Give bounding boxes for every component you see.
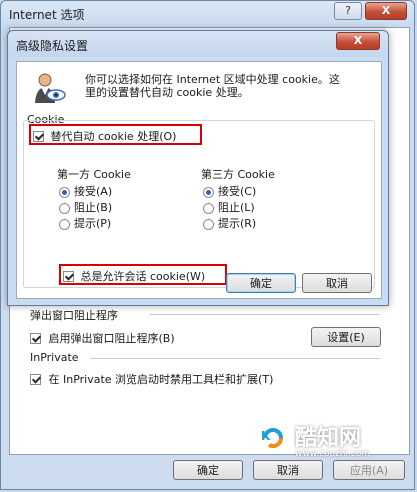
third-party-block-radio[interactable] [203, 202, 214, 214]
help-button[interactable]: ? [334, 2, 362, 20]
inprivate-checkbox-label: 在 InPrivate 浏览启动时禁用工具栏和扩展(T) [48, 373, 274, 386]
third-party-prompt-option[interactable]: 提示(R) [203, 216, 256, 232]
coozhi-watermark: K 酷知网 www.coozhi.com [255, 418, 405, 468]
popup-blocker-checkbox-label: 启用弹出窗口阻止程序(B) [48, 332, 175, 345]
dialog-close-button[interactable]: X [336, 32, 380, 50]
inprivate-section-label: InPrivate [30, 351, 79, 364]
third-party-accept-option[interactable]: 接受(C) [203, 184, 256, 200]
first-party-block-radio[interactable] [59, 202, 70, 214]
watermark-brand: 酷知网 [295, 426, 362, 451]
dialog-cancel-button[interactable]: 取消 [302, 273, 372, 293]
popup-blocker-section-label: 弹出窗口阻止程序 [30, 309, 118, 322]
first-party-prompt-radio[interactable] [59, 218, 70, 230]
section-divider [150, 314, 380, 315]
dialog-ok-button[interactable]: 确定 [226, 273, 296, 293]
option-label: 阻止(B) [74, 201, 113, 214]
third-party-prompt-radio[interactable] [203, 218, 214, 230]
option-label: 接受(A) [74, 185, 113, 198]
logo-letter: K [261, 429, 271, 443]
dialog-description: 你可以选择如何在 Internet 区域中处理 cookie。这 里的设置替代自… [85, 73, 375, 99]
dialog-content-panel: 你可以选择如何在 Internet 区域中处理 cookie。这 里的设置替代自… [16, 61, 382, 299]
section-divider [90, 358, 380, 359]
session-highlight-box [59, 264, 227, 285]
third-party-block-option[interactable]: 阻止(L) [203, 200, 256, 216]
watermark-url: www.coozhi.com [295, 449, 371, 459]
window-close-button[interactable]: X [365, 2, 407, 20]
option-label: 阻止(L) [218, 201, 255, 214]
third-party-options: 接受(C) 阻止(L) 提示(R) [203, 184, 256, 232]
outer-ok-button[interactable]: 确定 [173, 460, 243, 480]
inprivate-checkbox-row[interactable]: 在 InPrivate 浏览启动时禁用工具栏和扩展(T) [30, 371, 273, 387]
option-label: 提示(P) [74, 217, 112, 230]
option-label: 接受(C) [218, 185, 257, 198]
first-party-accept-option[interactable]: 接受(A) [59, 184, 112, 200]
popup-blocker-checkbox-row[interactable]: 启用弹出窗口阻止程序(B) [30, 330, 175, 346]
override-highlight-box [29, 124, 202, 145]
window-title: Internet 选项 [9, 8, 85, 22]
dialog-title: 高级隐私设置 [16, 39, 89, 53]
first-party-accept-radio[interactable] [59, 186, 70, 198]
description-line: 你可以选择如何在 Internet 区域中处理 cookie。这 [85, 73, 340, 86]
third-party-accept-radio[interactable] [203, 186, 214, 198]
advanced-privacy-settings-dialog: 高级隐私设置 X 你可以选择如何在 Internet 区域中处理 cookie。… [7, 30, 389, 306]
option-label: 提示(R) [218, 217, 257, 230]
popup-settings-button[interactable]: 设置(E) [311, 327, 381, 347]
popup-blocker-checkbox[interactable] [30, 332, 41, 344]
first-party-options: 接受(A) 阻止(B) 提示(P) [59, 184, 112, 232]
first-party-label: 第一方 Cookie [57, 168, 131, 181]
first-party-block-option[interactable]: 阻止(B) [59, 200, 112, 216]
privacy-person-icon [35, 73, 66, 103]
first-party-prompt-option[interactable]: 提示(P) [59, 216, 112, 232]
third-party-label: 第三方 Cookie [201, 168, 275, 181]
inprivate-checkbox[interactable] [30, 373, 41, 385]
description-line: 里的设置替代自动 cookie 处理。 [85, 86, 249, 99]
